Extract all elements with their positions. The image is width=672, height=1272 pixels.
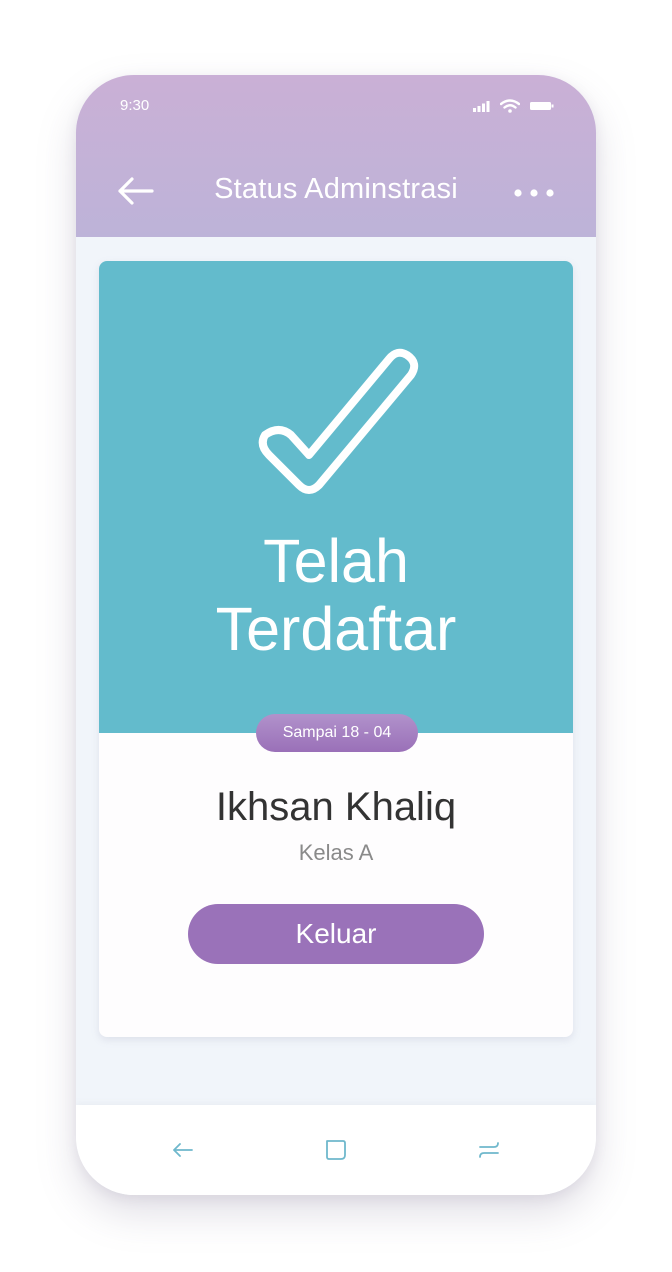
nav-back-button[interactable] (168, 1135, 198, 1165)
wifi-icon (500, 99, 520, 113)
more-dots-icon (514, 189, 554, 197)
home-nav-icon (326, 1140, 346, 1160)
signal-icon (473, 101, 490, 112)
app-bar: 9:30 Status Adminstrasi (76, 75, 596, 237)
bottom-navigation (76, 1105, 596, 1195)
more-options-button[interactable] (514, 183, 554, 203)
recents-nav-icon (479, 1142, 499, 1158)
status-line-2: Terdaftar (215, 595, 457, 663)
valid-until-badge: Sampai 18 - 04 (256, 714, 418, 752)
battery-icon (530, 102, 554, 110)
status-panel: Telah Terdaftar (99, 261, 573, 733)
status-card: Telah Terdaftar Sampai 18 - 04 Ikhsan Kh… (99, 261, 573, 1037)
status-time: 9:30 (120, 97, 150, 114)
status-line-1: Telah (263, 527, 409, 595)
back-nav-icon (173, 1143, 193, 1157)
student-name: Ikhsan Khaliq (215, 785, 457, 829)
phone-frame: 9:30 Status Adminstrasi Telah Terdaftar … (76, 75, 596, 1195)
logout-button[interactable]: Keluar (188, 904, 484, 964)
student-class: Kelas A (298, 840, 374, 865)
nav-home-button[interactable] (321, 1135, 351, 1165)
status-text: Telah Terdaftar (99, 527, 573, 663)
checkmark-icon (258, 348, 419, 494)
nav-recents-button[interactable] (474, 1135, 504, 1165)
status-icons (472, 99, 554, 113)
